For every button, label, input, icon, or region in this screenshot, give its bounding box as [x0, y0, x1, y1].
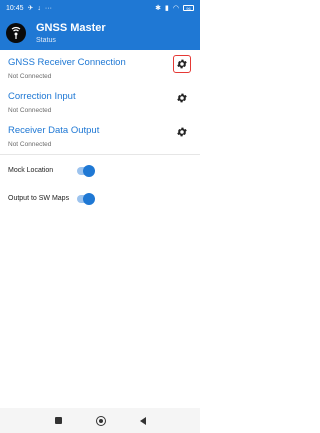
correction-input-status: Not Connected — [8, 107, 52, 114]
status-bar: 10:45 ✈ ↓ ··· ✱ ▮ ◠ 96 — [0, 0, 200, 16]
system-navigation-bar — [0, 408, 200, 433]
output-to-sw-maps-label: Output to SW Maps — [8, 195, 70, 202]
gear-icon — [177, 59, 187, 69]
correction-input-title[interactable]: Correction Input — [8, 91, 76, 102]
notification-icon: ✈ — [27, 4, 34, 12]
gear-icon — [177, 93, 187, 103]
gear-icon — [177, 127, 187, 137]
battery-icon: 96 — [183, 5, 194, 11]
app-bar: GNSS Master Status — [0, 16, 200, 50]
toggle-knob — [83, 165, 95, 177]
download-icon: ↓ — [37, 4, 41, 12]
home-icon[interactable] — [95, 415, 106, 426]
app-logo-icon — [6, 23, 26, 43]
back-icon[interactable] — [139, 416, 146, 425]
mock-location-label: Mock Location — [8, 167, 54, 174]
app-subtitle: Status — [36, 37, 56, 44]
gnss-receiver-settings-button[interactable] — [173, 55, 191, 73]
battery-level: 96 — [186, 5, 191, 11]
app-title: GNSS Master — [36, 22, 106, 34]
receiver-data-output-title[interactable]: Receiver Data Output — [8, 125, 99, 136]
divider — [0, 154, 200, 155]
more-notifications-icon: ··· — [44, 4, 52, 12]
correction-input-settings-button[interactable] — [175, 91, 189, 105]
mock-location-toggle[interactable] — [77, 165, 95, 177]
status-time: 10:45 — [6, 4, 24, 12]
signal-icon: ▮ — [165, 4, 169, 12]
receiver-data-output-status: Not Connected — [8, 141, 52, 148]
gnss-receiver-connection-status: Not Connected — [8, 73, 52, 80]
bluetooth-icon: ✱ — [155, 4, 162, 12]
toggle-knob — [83, 193, 95, 205]
recent-apps-icon[interactable] — [54, 417, 62, 424]
output-to-sw-maps-toggle[interactable] — [77, 193, 95, 205]
wifi-icon: ◠ — [172, 4, 179, 12]
receiver-data-output-settings-button[interactable] — [175, 125, 189, 139]
gnss-receiver-connection-title[interactable]: GNSS Receiver Connection — [8, 57, 126, 68]
